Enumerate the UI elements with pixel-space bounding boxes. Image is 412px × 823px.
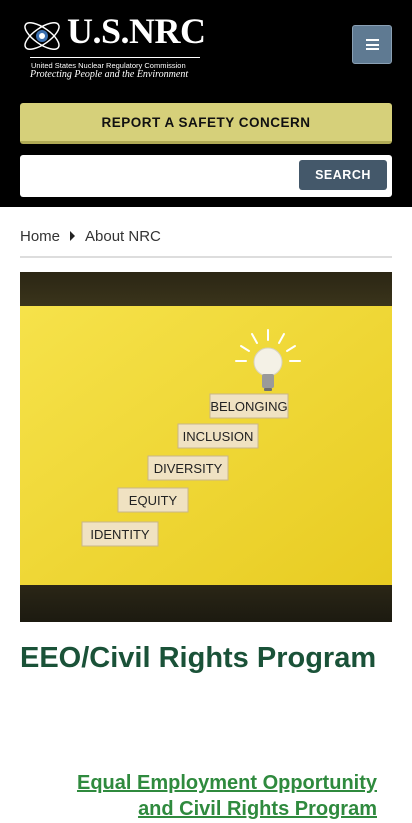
block-inclusion-label: INCLUSION <box>183 429 254 444</box>
logo-divider <box>30 57 200 58</box>
block-inclusion: INCLUSION <box>177 423 259 449</box>
breadcrumb-about-link[interactable]: About NRC <box>85 228 161 245</box>
nrc-logo[interactable]: U.S.NRC United States Nuclear Regulatory… <box>20 11 206 82</box>
hero-image: IDENTITY EQUITY DIVERSITY INCLUSION BELO… <box>20 272 392 622</box>
logo-wordmark: U.S.NRC <box>67 11 206 51</box>
breadcrumb: Home About NRC <box>20 226 161 246</box>
block-belonging: BELONGING <box>209 393 289 419</box>
block-identity: IDENTITY <box>81 521 159 547</box>
block-equity: EQUITY <box>117 487 189 513</box>
breadcrumb-divider <box>20 256 392 258</box>
page-title: EEO/Civil Rights Program <box>20 642 377 674</box>
report-safety-concern-button[interactable]: REPORT A SAFETY CONCERN <box>20 103 392 144</box>
caret-right-icon <box>70 231 76 241</box>
block-diversity-label: DIVERSITY <box>154 461 223 476</box>
site-header: U.S.NRC United States Nuclear Regulatory… <box>0 0 412 207</box>
hamburger-menu-icon <box>365 39 379 50</box>
hero-illustration: IDENTITY EQUITY DIVERSITY INCLUSION BELO… <box>20 272 392 622</box>
block-identity-label: IDENTITY <box>90 527 150 542</box>
atom-emblem-icon <box>24 22 60 50</box>
search-button[interactable]: SEARCH <box>299 160 387 190</box>
menu-button[interactable] <box>352 25 392 64</box>
search-input[interactable] <box>26 161 296 191</box>
search-bar: SEARCH <box>20 155 392 197</box>
logo-tagline: Protecting People and the Environment <box>30 69 189 80</box>
block-equity-label: EQUITY <box>129 493 178 508</box>
breadcrumb-home-link[interactable]: Home <box>20 228 60 245</box>
block-diversity: DIVERSITY <box>147 455 229 481</box>
block-belonging-label: BELONGING <box>210 399 287 414</box>
eeo-program-link[interactable]: Equal Employment Opportunity and Civil R… <box>47 770 377 822</box>
